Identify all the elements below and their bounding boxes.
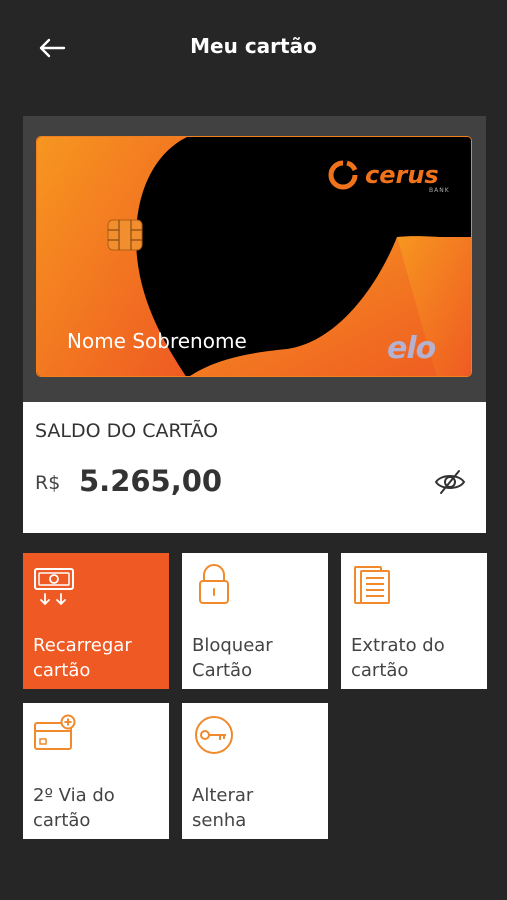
block-card-tile[interactable]: Bloquear Cartão — [182, 553, 328, 689]
tile-label: Recarregar cartão — [33, 635, 132, 681]
statement-tile[interactable]: Extrato do cartão — [341, 553, 487, 689]
card-network-logo: elo — [387, 331, 436, 366]
card-chip-icon — [107, 219, 143, 255]
tile-label: Alterar senha — [192, 785, 254, 831]
card-add-icon — [33, 713, 77, 761]
recharge-card-tile[interactable]: Recarregar cartão — [23, 553, 169, 689]
balance-label: SALDO DO CARTÃO — [35, 420, 219, 442]
card-reissue-tile[interactable]: 2º Via do cartão — [23, 703, 169, 839]
app-header: Meu cartão — [0, 0, 507, 95]
key-icon — [192, 713, 236, 761]
tile-label: 2º Via do cartão — [33, 785, 115, 831]
toggle-balance-visibility-button[interactable] — [433, 468, 467, 496]
money-recharge-icon — [33, 563, 77, 611]
eye-off-icon — [434, 470, 466, 494]
balance-panel: SALDO DO CARTÃO R$ 5.265,00 — [23, 402, 486, 533]
card-holder-name: Nome Sobrenome — [67, 329, 247, 353]
balance-amount: 5.265,00 — [79, 464, 223, 498]
brand-name: cerus — [365, 161, 439, 189]
card-area: cerus BANK Nome Sobrenome elo — [23, 116, 486, 402]
page-title: Meu cartão — [190, 34, 317, 58]
balance-currency: R$ — [35, 472, 61, 494]
brand-logo: cerus BANK — [327, 159, 449, 194]
brand-sub: BANK — [429, 187, 450, 194]
tile-label: Bloquear Cartão — [192, 635, 273, 681]
lock-icon — [192, 563, 236, 611]
change-password-tile[interactable]: Alterar senha — [182, 703, 328, 839]
cerus-logo-icon — [328, 160, 358, 190]
statement-icon — [351, 563, 395, 611]
tile-label: Extrato do cartão — [351, 635, 445, 681]
credit-card[interactable]: cerus BANK Nome Sobrenome elo — [36, 136, 472, 377]
